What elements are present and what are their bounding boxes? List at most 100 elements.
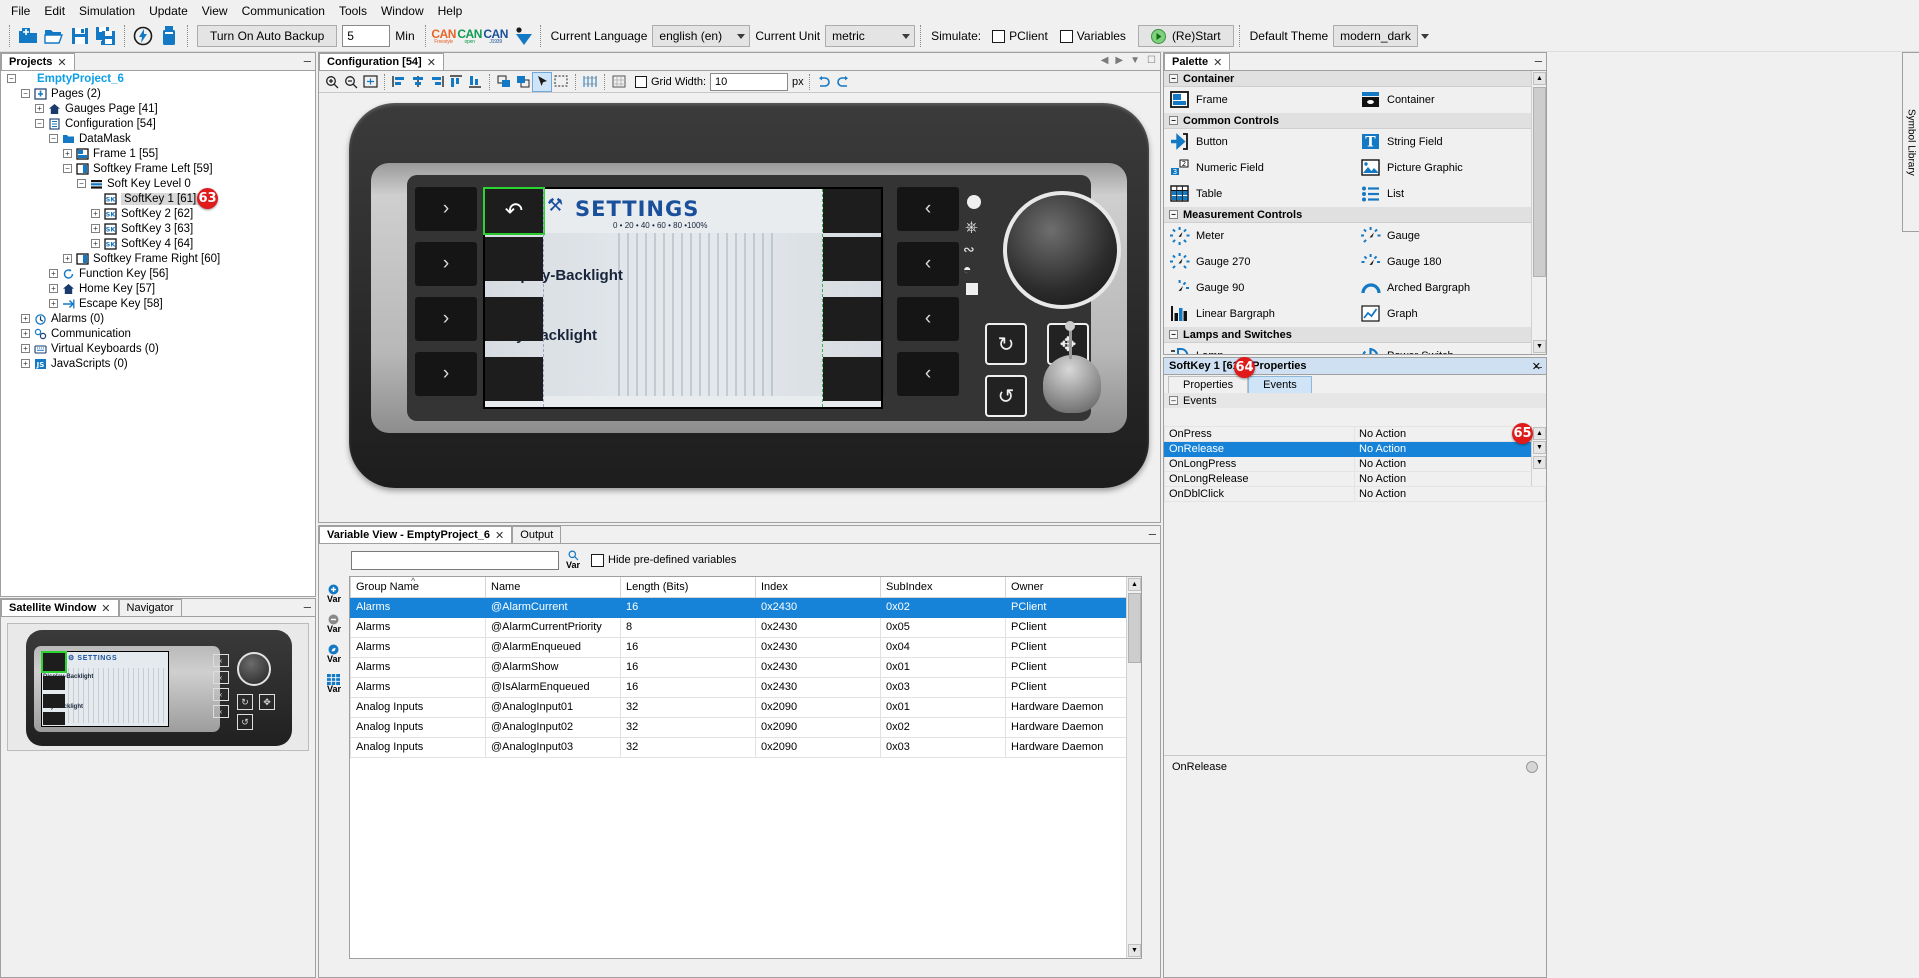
collapse-icon[interactable]: − — [1169, 74, 1178, 83]
can-j1939-icon[interactable]: CAN J1939 — [483, 28, 509, 45]
tree-expander[interactable]: + — [91, 209, 100, 218]
tab-configuration[interactable]: Configuration [54] ✕ — [319, 53, 444, 70]
remove-variable-button[interactable]: Var — [327, 614, 341, 634]
projects-minimize-button[interactable]: – — [304, 55, 311, 66]
scroll-down-button[interactable]: ▼ — [1128, 944, 1141, 957]
screen-back-softkey[interactable]: ↶ — [485, 189, 543, 233]
scroll-thumb[interactable] — [1533, 87, 1546, 277]
menu-tools[interactable]: Tools — [332, 2, 374, 20]
tree-expander[interactable]: − — [77, 179, 86, 188]
palette-item-button[interactable]: Button — [1164, 129, 1355, 155]
menu-communication[interactable]: Communication — [235, 2, 332, 20]
palette-item-gauge-90[interactable]: Gauge 90 — [1164, 275, 1355, 301]
tree-expander[interactable]: + — [91, 239, 100, 248]
vector-v-icon[interactable] — [509, 23, 535, 49]
table-row[interactable]: Alarms@AlarmCurrent160x24300x02PClient — [351, 597, 1127, 617]
tree-expander[interactable]: + — [21, 344, 30, 353]
collapse-icon[interactable]: − — [1169, 210, 1178, 219]
tab-output[interactable]: Output — [512, 526, 561, 543]
joystick[interactable] — [1043, 355, 1101, 413]
pan-tool-icon[interactable] — [552, 73, 570, 91]
unit-select[interactable]: metric — [825, 25, 915, 47]
events-group-header[interactable]: – Events — [1164, 393, 1546, 408]
tree-expander[interactable]: + — [21, 314, 30, 323]
screen-softkey-4[interactable] — [485, 357, 543, 401]
palette-item-gauge[interactable]: Gauge — [1355, 223, 1546, 249]
table-cell-owner[interactable]: Hardware Daemon — [1006, 737, 1127, 757]
palette-item-numeric-field[interactable]: 32Numeric Field — [1164, 155, 1355, 181]
tree-item[interactable]: −Softkey Frame Left [59] — [1, 161, 315, 176]
event-action[interactable]: No Action — [1355, 457, 1546, 472]
table-cell-owner[interactable]: PClient — [1006, 617, 1127, 637]
tree-expander[interactable]: + — [49, 284, 58, 293]
device-screen[interactable]: ↶ ⚒ SETTINGS 0 • 20 • 40 • 60 • 80 •100%… — [483, 187, 883, 409]
palette-item-string-field[interactable]: TString Field — [1355, 129, 1546, 155]
undo-icon[interactable] — [815, 73, 833, 91]
tab-projects[interactable]: Projects ✕ — [1, 53, 75, 70]
close-icon[interactable]: ✕ — [427, 56, 436, 69]
zoom-in-icon[interactable] — [323, 73, 341, 91]
table-cell-owner[interactable]: PClient — [1006, 637, 1127, 657]
softkey-right-2[interactable]: ‹ — [897, 242, 959, 286]
tree-item[interactable]: −Soft Key Level 0 — [1, 176, 315, 191]
add-variable-button[interactable]: Var — [327, 584, 341, 604]
canopen-icon[interactable]: CAN open — [457, 28, 483, 45]
tree-expander[interactable]: + — [49, 269, 58, 278]
table-column-header[interactable]: Length (Bits) — [621, 577, 756, 597]
table-row[interactable]: Analog Inputs@AnalogInput02320x20900x02H… — [351, 717, 1127, 737]
palette-group-header[interactable]: −Container — [1164, 71, 1546, 87]
event-action[interactable]: No Action — [1355, 487, 1546, 502]
prev-tab-button[interactable]: ◀ — [1101, 55, 1109, 66]
menu-view[interactable]: View — [195, 2, 235, 20]
zoom-fit-icon[interactable] — [361, 73, 379, 91]
screen-softkey-r3[interactable] — [823, 297, 881, 341]
tree-item[interactable]: −Configuration [54] — [1, 116, 315, 131]
refresh-button[interactable]: ↻ — [985, 323, 1027, 365]
table-column-header[interactable]: Group Name^ — [351, 577, 486, 597]
projects-tree[interactable]: −EmptyProject_6−Pages (2)+Gauges Page [4… — [1, 71, 315, 596]
back-button[interactable]: ↺ — [985, 375, 1027, 417]
table-variable-button[interactable]: Var — [327, 674, 341, 694]
event-row[interactable]: OnLongPressNo Action — [1165, 457, 1546, 472]
variable-table-wrapper[interactable]: Group Name^NameLength (Bits)IndexSubInde… — [349, 576, 1142, 959]
new-project-icon[interactable] — [15, 23, 41, 49]
softkey-left-4[interactable]: › — [415, 352, 477, 396]
tree-expander[interactable]: + — [63, 254, 72, 263]
palette-item-linear-bargraph[interactable]: Linear Bargraph — [1164, 301, 1355, 327]
menu-simulation[interactable]: Simulation — [72, 2, 142, 20]
menu-edit[interactable]: Edit — [37, 2, 72, 20]
palette-item-list[interactable]: List — [1355, 181, 1546, 207]
flash-icon[interactable] — [130, 23, 156, 49]
save-all-icon[interactable] — [93, 23, 119, 49]
tree-item[interactable]: +Escape Key [58] — [1, 296, 315, 311]
palette-body[interactable]: −ContainerFrameContainer−Common Controls… — [1164, 71, 1546, 354]
select-tool-icon[interactable] — [533, 73, 551, 91]
editor-canvas[interactable]: › › › › ↶ ⚒ SETTINGS 0 • 20 • 40 • 60 • … — [319, 93, 1160, 522]
tree-item[interactable]: +SKSoftKey 4 [64] — [1, 236, 315, 251]
editor-maximize-button[interactable]: ☐ — [1147, 55, 1156, 66]
table-row[interactable]: Analog Inputs@AnalogInput01320x20900x01H… — [351, 697, 1127, 717]
tree-expander[interactable]: + — [91, 224, 100, 233]
table-column-header[interactable]: SubIndex — [881, 577, 1006, 597]
palette-group-header[interactable]: −Measurement Controls — [1164, 207, 1546, 223]
softkey-right-3[interactable]: ‹ — [897, 297, 959, 341]
edit-variable-button[interactable]: Var — [327, 644, 341, 664]
event-action[interactable]: No Action — [1355, 472, 1546, 487]
table-row[interactable]: Alarms@AlarmShow160x24300x01PClient — [351, 657, 1127, 677]
palette-scrollbar[interactable]: ▲▼ — [1531, 71, 1546, 354]
table-column-header[interactable]: Index — [756, 577, 881, 597]
table-row[interactable]: Analog Inputs@AnalogInput03320x20900x03H… — [351, 737, 1127, 757]
tree-item[interactable]: −EmptyProject_6 — [1, 71, 315, 86]
satellite-preview[interactable]: ⚙ SETTINGS Display-Backlight Key-Backlig… — [7, 623, 309, 751]
event-row[interactable]: OnReleaseNo Action — [1165, 442, 1546, 457]
table-row[interactable]: Alarms@AlarmCurrentPriority80x24300x05PC… — [351, 617, 1127, 637]
align-bottom-icon[interactable] — [466, 73, 484, 91]
tree-expander[interactable]: + — [49, 299, 58, 308]
tab-palette[interactable]: Palette ✕ — [1164, 53, 1230, 70]
close-icon[interactable]: ✕ — [101, 602, 110, 615]
tree-expander[interactable]: − — [49, 134, 58, 143]
scroll-more-button[interactable]: ▼ — [1533, 456, 1546, 469]
tab-properties[interactable]: Properties — [1168, 376, 1248, 393]
save-icon[interactable] — [67, 23, 93, 49]
hide-predefined-checkbox[interactable]: Hide pre-defined variables — [591, 554, 736, 567]
